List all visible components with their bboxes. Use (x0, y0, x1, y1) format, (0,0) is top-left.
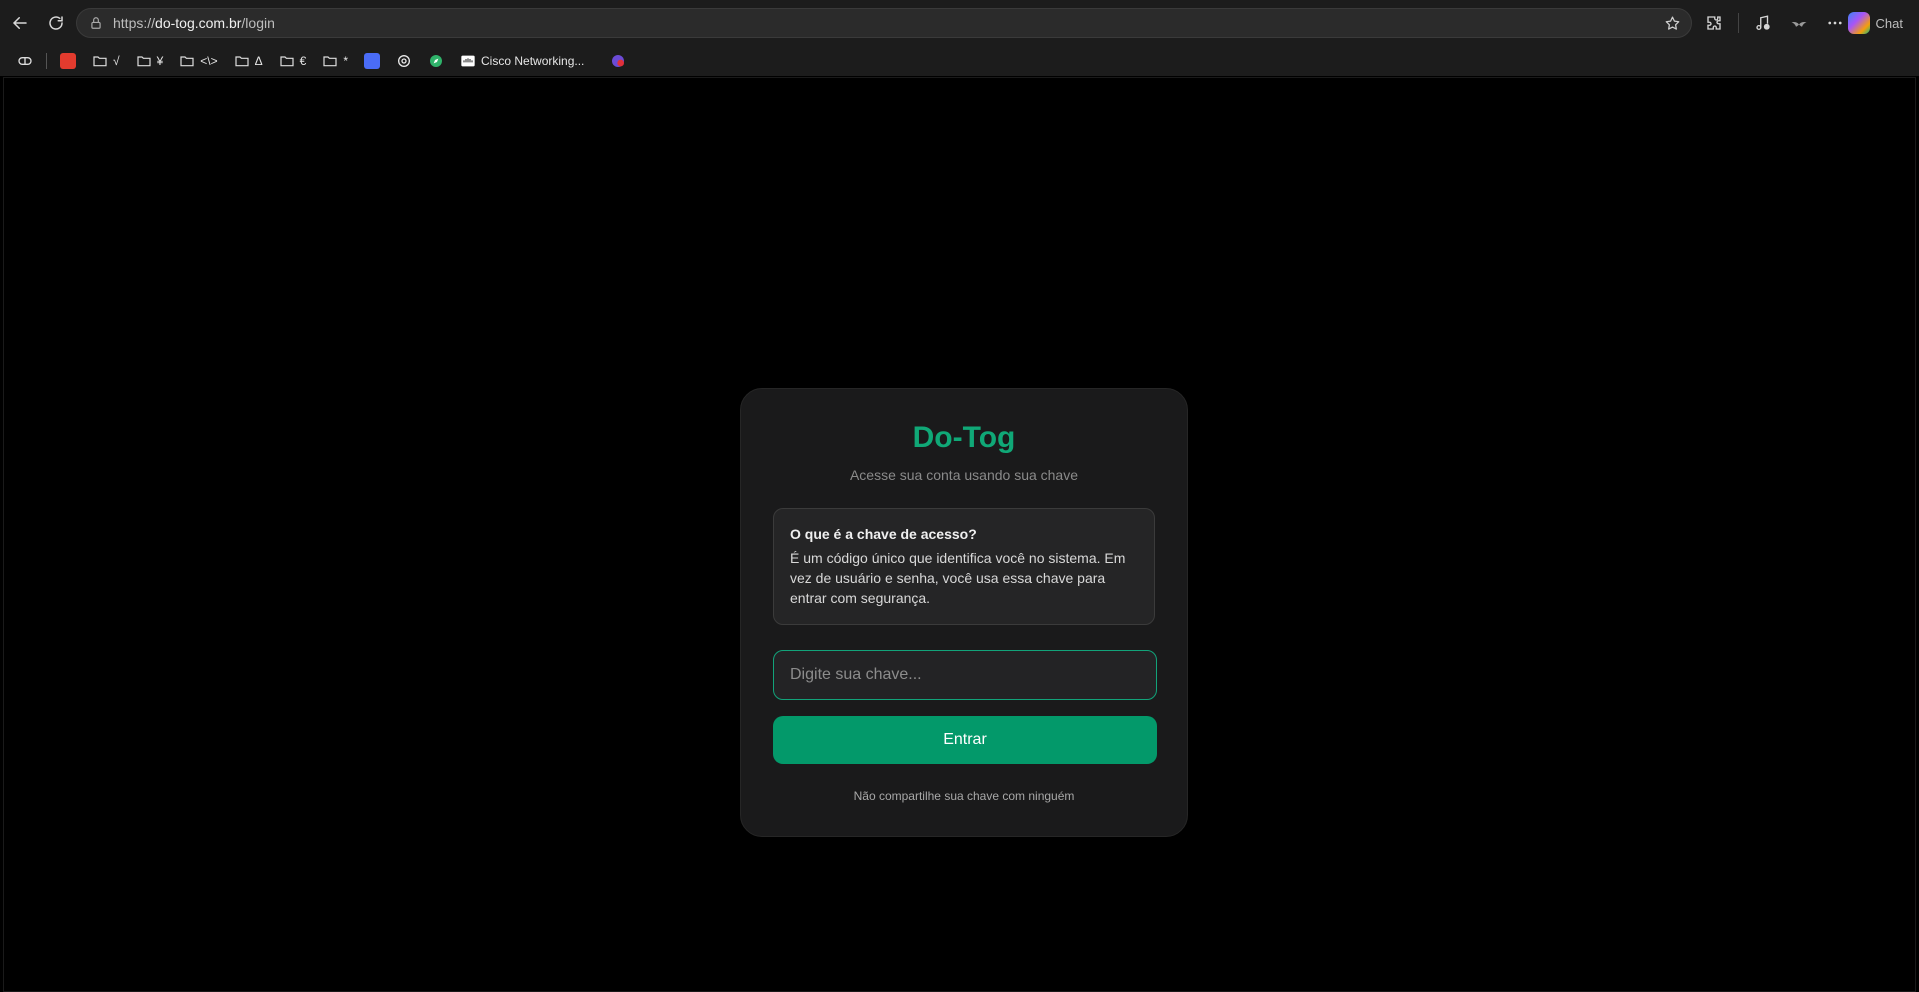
music-note-icon (1756, 15, 1770, 31)
info-text: É um código único que identifica você no… (790, 550, 1126, 606)
bookmark-cisco[interactable]: Cisco Networking... (453, 49, 591, 73)
browser-toolbar: https://do-tog.com.br/login Chat (0, 0, 1919, 45)
extensions-button[interactable] (1698, 7, 1730, 39)
reload-button[interactable] (39, 6, 73, 40)
bookmark-openai[interactable] (389, 49, 419, 73)
pill-icon (18, 56, 32, 65)
address-bar[interactable]: https://do-tog.com.br/login (76, 8, 1692, 38)
lock-icon (91, 17, 101, 29)
bookmark-tools-app[interactable] (357, 49, 387, 73)
browser-chrome: https://do-tog.com.br/login Chat √ ¥ <\>… (0, 0, 1919, 76)
folder-icon (136, 55, 151, 66)
bookmark-compass[interactable] (421, 49, 451, 73)
bookmark-folder-label: √ (113, 53, 120, 68)
toolbar-actions (1698, 6, 1851, 40)
login-button[interactable]: Entrar (773, 716, 1157, 764)
info-box: O que é a chave de acesso? É um código ú… (773, 508, 1155, 625)
url-host: do-tog.com.br (155, 15, 242, 31)
page-viewport: Do-Tog Acesse sua conta usando sua chave… (3, 77, 1916, 992)
bookmark-folder-label: € (299, 53, 307, 68)
brand-title: Do-Tog (912, 421, 1016, 454)
tools-app-icon (364, 52, 381, 69)
bookmark-folder-star[interactable]: * (315, 49, 355, 73)
arrow-left-icon (12, 16, 27, 29)
bookmarks-separator (46, 52, 47, 69)
bookmark-cisco-label: Cisco Networking... (481, 53, 585, 68)
bookmark-folder-euro[interactable]: € (272, 49, 314, 73)
star-icon[interactable] (1664, 15, 1681, 32)
chat-label: Chat (1875, 15, 1903, 31)
back-button[interactable] (3, 6, 37, 40)
bookmark-folder-delta[interactable]: Δ (227, 49, 270, 73)
badge-55-icon (612, 54, 625, 67)
stack-app-icon (60, 52, 76, 69)
compass-icon (430, 54, 443, 67)
bookmark-folder-label: ¥ (156, 53, 164, 68)
bookmark-pill[interactable] (10, 49, 40, 73)
puzzle-icon (1707, 16, 1721, 30)
folder-icon (235, 55, 249, 66)
toolbar-separator (1738, 13, 1739, 33)
chat-button[interactable]: Chat (1840, 9, 1911, 37)
folder-icon (180, 55, 194, 66)
login-card: Do-Tog Acesse sua conta usando sua chave… (740, 388, 1188, 837)
wings-icon (1791, 21, 1807, 27)
bookmark-stack-app[interactable] (53, 49, 83, 73)
copilot-icon (1847, 12, 1870, 34)
bookmark-folder-label: Δ (254, 53, 263, 68)
media-button[interactable] (1747, 7, 1779, 39)
bookmark-folder-code[interactable]: <\> (172, 49, 224, 73)
cisco-icon (461, 55, 475, 66)
security-note: Não compartilhe sua chave com ninguém (853, 789, 1075, 803)
bookmark-folder-label: <\> (200, 53, 218, 68)
login-subtitle: Acesse sua conta usando sua chave (849, 467, 1079, 483)
folder-icon (93, 55, 107, 66)
openai-icon (398, 54, 411, 67)
bookmark-folder-label: * (343, 53, 349, 68)
url-path: /login (241, 15, 275, 31)
bookmarks-bar: √ ¥ <\> Δ € * Cisco Networking... (0, 45, 1919, 76)
bookmark-badge-55[interactable] (603, 49, 633, 73)
url-scheme: https:// (113, 15, 156, 31)
folder-icon (280, 55, 294, 66)
reload-icon (49, 15, 63, 30)
info-title: O que é a chave de acesso? (790, 526, 977, 542)
access-key-input[interactable] (773, 650, 1157, 700)
bookmark-folder-sqrt[interactable]: √ (85, 49, 127, 73)
profile-button[interactable] (1783, 7, 1815, 39)
folder-icon (323, 55, 337, 66)
bookmark-folder-yen[interactable]: ¥ (129, 49, 171, 73)
